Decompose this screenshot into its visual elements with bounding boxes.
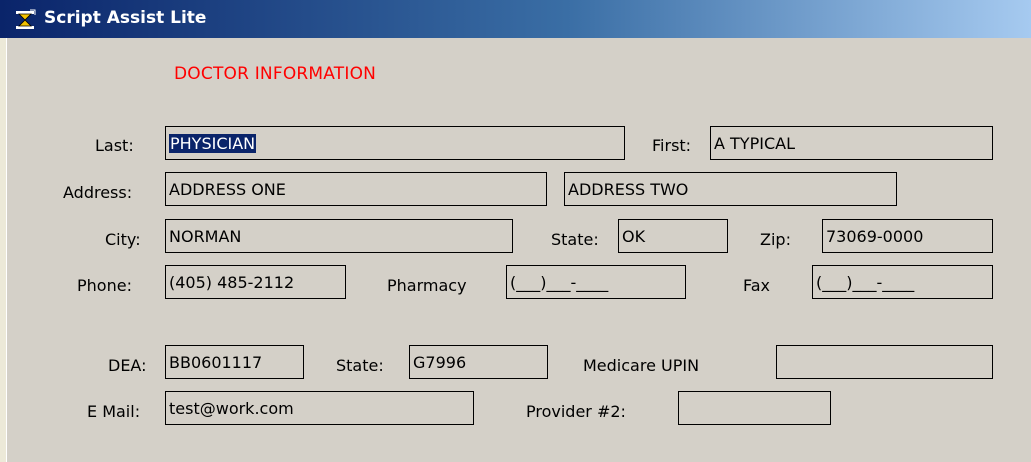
- city-label: City:: [105, 230, 141, 249]
- last-name-field[interactable]: PHYSICIAN: [165, 126, 625, 160]
- provider2-label: Provider #2:: [526, 402, 626, 421]
- fax-label: Fax: [743, 276, 771, 295]
- email-label: E Mail:: [87, 402, 141, 421]
- zip-label: Zip:: [760, 230, 791, 249]
- provider2-field[interactable]: [678, 391, 831, 425]
- medicare-upin-field[interactable]: [776, 345, 993, 379]
- title-bar[interactable]: Script Assist Lite: [0, 0, 1031, 38]
- email-field[interactable]: test@work.com: [165, 391, 474, 425]
- first-name-label: First:: [652, 136, 692, 155]
- city-field[interactable]: NORMAN: [165, 219, 513, 253]
- state-field[interactable]: OK: [618, 219, 728, 253]
- dea-label: DEA:: [108, 356, 147, 375]
- window-left-edge: [0, 0, 7, 462]
- pharmacy-phone-field[interactable]: (___)___-____: [506, 265, 686, 299]
- phone-label: Phone:: [77, 276, 132, 295]
- address-line2-field[interactable]: ADDRESS TWO: [564, 172, 897, 206]
- form-heading: DOCTOR INFORMATION: [174, 64, 377, 84]
- app-logo-icon: [14, 9, 36, 31]
- license-state-field[interactable]: G7996: [409, 345, 548, 379]
- last-name-label: Last:: [95, 136, 134, 155]
- pharmacy-label: Pharmacy: [387, 276, 467, 295]
- license-state-label: State:: [336, 356, 384, 375]
- medicare-upin-label: Medicare UPIN: [583, 356, 700, 375]
- dea-field[interactable]: BB0601117: [165, 345, 304, 379]
- window-title: Script Assist Lite: [44, 8, 207, 28]
- phone-field[interactable]: (405) 485-2112: [165, 265, 346, 299]
- app-window: Script Assist Lite DOCTOR INFORMATION La…: [0, 0, 1031, 462]
- fax-field[interactable]: (___)___-____: [812, 265, 993, 299]
- first-name-field[interactable]: A TYPICAL: [710, 126, 993, 160]
- zip-field[interactable]: 73069-0000: [822, 219, 993, 253]
- address-line1-field[interactable]: ADDRESS ONE: [165, 172, 547, 206]
- state-label: State:: [551, 230, 599, 249]
- last-name-value: PHYSICIAN: [169, 134, 257, 153]
- address-label: Address:: [63, 183, 133, 202]
